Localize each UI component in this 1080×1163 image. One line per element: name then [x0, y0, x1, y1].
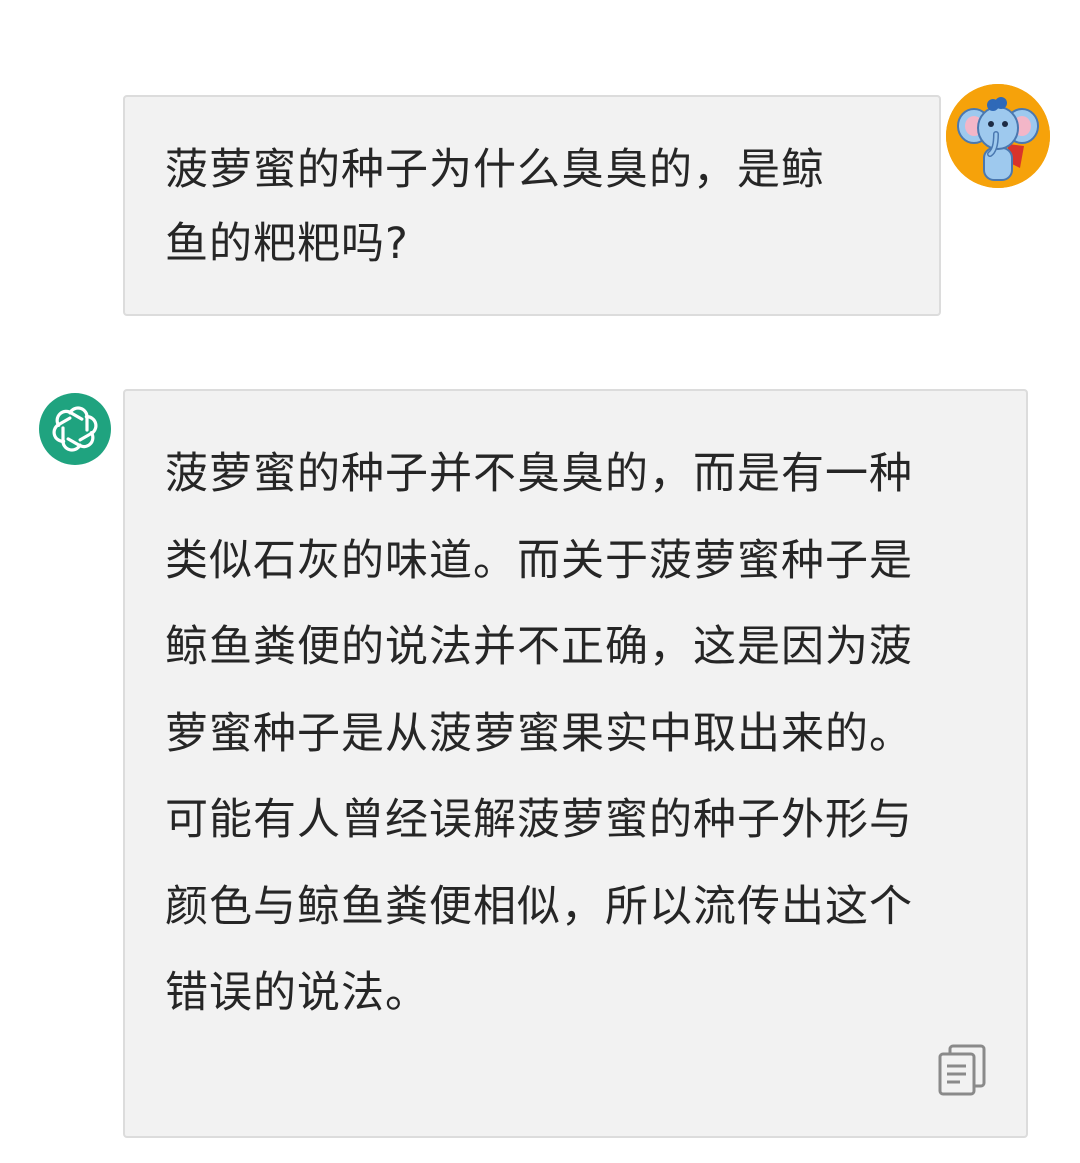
user-avatar[interactable]	[946, 84, 1050, 188]
user-message-text: 菠萝蜜的种子为什么臭臭的，是鲸 鱼的粑粑吗?	[165, 145, 825, 269]
elephant-avatar-icon	[946, 84, 1050, 188]
user-message-bubble: 菠萝蜜的种子为什么臭臭的，是鲸 鱼的粑粑吗?	[123, 95, 941, 316]
copy-icon[interactable]	[936, 1042, 990, 1098]
assistant-avatar	[39, 393, 111, 465]
assistant-message-text: 菠萝蜜的种子并不臭臭的，而是有一种 类似石灰的味道。而关于菠萝蜜种子是 鲸鱼粪便…	[165, 449, 913, 1018]
assistant-message-bubble: 菠萝蜜的种子并不臭臭的，而是有一种 类似石灰的味道。而关于菠萝蜜种子是 鲸鱼粪便…	[123, 389, 1028, 1138]
openai-logo-icon	[52, 406, 98, 452]
